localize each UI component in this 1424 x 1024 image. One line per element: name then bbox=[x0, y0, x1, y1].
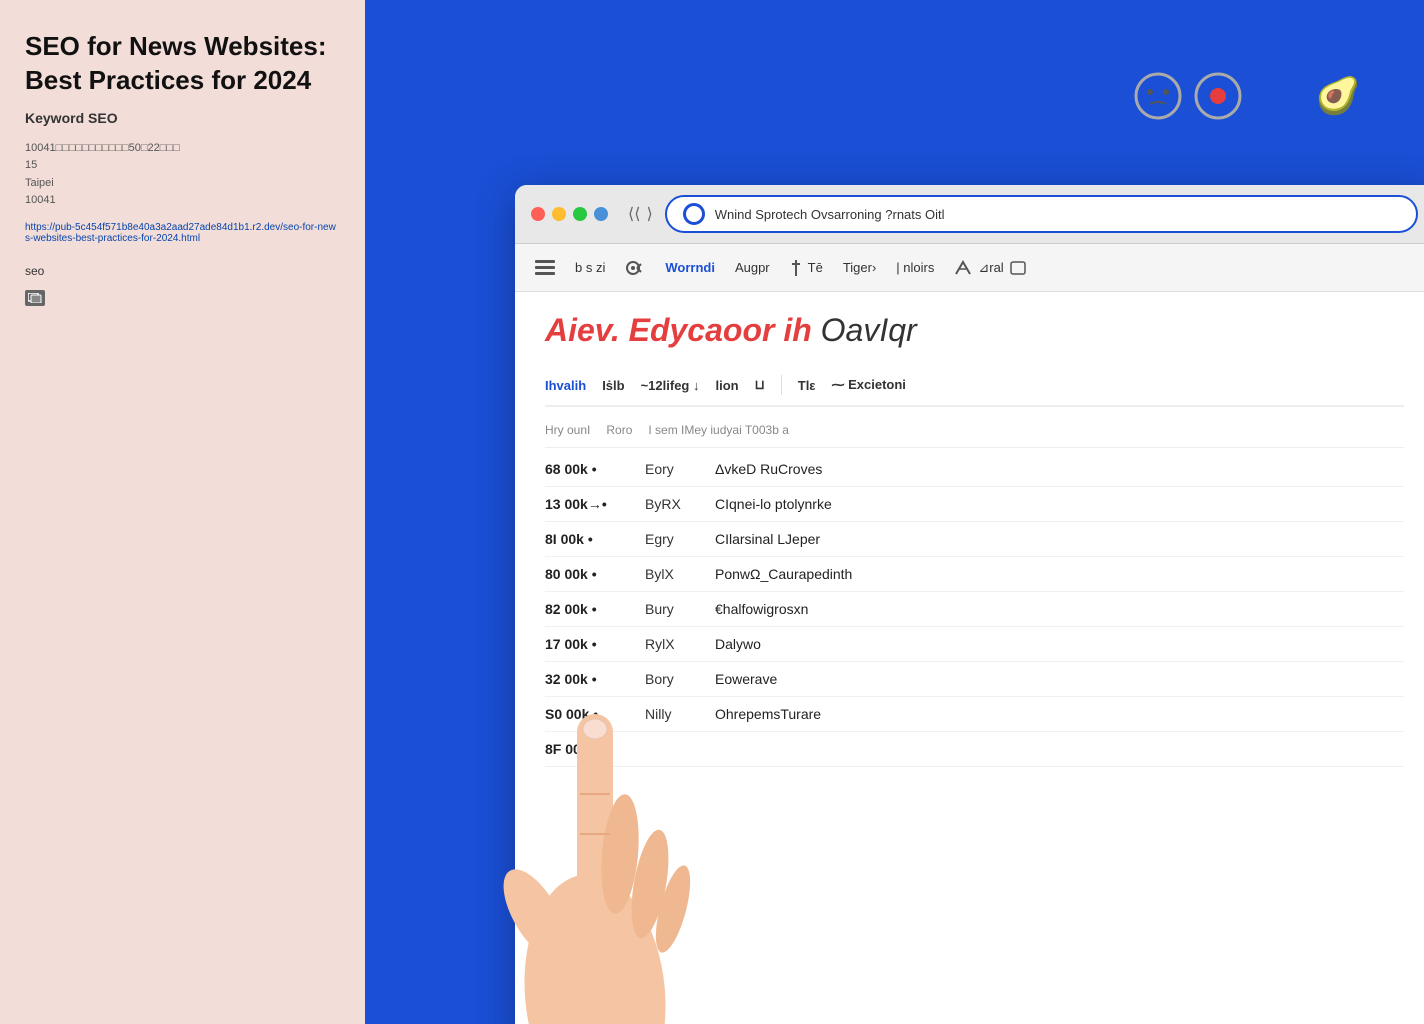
table-row: 13 00k→• ByRX CIqnei-lo ptolynrke bbox=[545, 487, 1404, 522]
browser-chrome: ⟨⟨ ⟩ Wnind Sprotech Ovsarroning ?rnats O… bbox=[515, 185, 1424, 244]
row-volume: 32 00k • bbox=[545, 671, 645, 687]
table-row: 82 00k • Bury €halfowigrosxn bbox=[545, 592, 1404, 627]
row-volume: 68 00k • bbox=[545, 461, 645, 477]
nav-back-button[interactable]: ⟨⟨ bbox=[628, 204, 640, 224]
icon-face bbox=[1132, 70, 1184, 122]
th-lion[interactable]: lion bbox=[715, 378, 738, 393]
row-volume: 17 00k • bbox=[545, 636, 645, 652]
table-row: 17 00k • RylX Dalywo bbox=[545, 627, 1404, 662]
table-row: S0 00k • Nilly OhrepemsTurare bbox=[545, 697, 1404, 732]
row-name: CIqnei-lo ptolynrke bbox=[715, 496, 1404, 512]
row-volume: 8I 00k • bbox=[545, 531, 645, 547]
th-islb[interactable]: Iṡlb bbox=[602, 378, 624, 393]
toolbar-item-2[interactable] bbox=[625, 260, 645, 276]
row-name: €halfowigrosxn bbox=[715, 601, 1404, 617]
th-ihvalih[interactable]: Ihvalih bbox=[545, 378, 586, 393]
meta-line1: 10041□□□□□□□□□□□50□22□□□ bbox=[25, 142, 180, 154]
right-area: 🥑 ⟨⟨ ⟩ Wnind Sprotech Ovsarroning ?rnats… bbox=[365, 0, 1424, 1024]
toolbar-item-worm[interactable]: Worrndi bbox=[665, 260, 715, 275]
sidebar-subtitle: Keyword SEO bbox=[25, 110, 340, 126]
table-row: 8F 00k • bbox=[545, 732, 1404, 767]
table-row: 8I 00k • Egry CIlarsinal LJeper bbox=[545, 522, 1404, 557]
icon-avocado: 🥑 bbox=[1312, 70, 1364, 122]
table-row: 32 00k • Bory Eowerave bbox=[545, 662, 1404, 697]
heading-part3: OavIqr bbox=[821, 312, 917, 348]
sidebar-url[interactable]: https://pub-5c454f571b8e40a3a2aad27ade84… bbox=[25, 222, 340, 244]
meta-line3: Taipei bbox=[25, 177, 54, 189]
address-circle-icon bbox=[683, 203, 705, 225]
sidebar-copy-icon[interactable] bbox=[25, 290, 45, 306]
row-metric: Egry bbox=[645, 531, 715, 547]
left-sidebar: SEO for News Websites: Best Practices fo… bbox=[0, 0, 365, 1024]
nav-forward-button[interactable]: ⟩ bbox=[646, 204, 652, 224]
meta-line2: 15 bbox=[25, 159, 37, 171]
row-name: Eowerave bbox=[715, 671, 1404, 687]
row-name: ΔvkeD RuCroves bbox=[715, 461, 1404, 477]
tl-yellow[interactable] bbox=[552, 207, 566, 221]
icon-red-dot bbox=[1192, 70, 1244, 122]
toolbar-item-augpr[interactable]: Augpr bbox=[735, 260, 770, 275]
heading-accent: Edycaoor bbox=[629, 312, 775, 348]
data-table-header: Ihvalih Iṡlb ~12lifeg ↓ lion ⊔ Tlε ⁓ Exc… bbox=[545, 365, 1404, 407]
toolbar-item-nloirs[interactable]: | nloirs bbox=[896, 260, 934, 275]
traffic-lights bbox=[531, 207, 608, 221]
page-heading: Aiev. Edycaoor ih OavIqr bbox=[545, 312, 1404, 349]
sidebar-meta: 10041□□□□□□□□□□□50□22□□□ 15 Taipei 10041 bbox=[25, 140, 340, 210]
tl-blue[interactable] bbox=[594, 207, 608, 221]
meta-line4: 10041 bbox=[25, 194, 56, 206]
tl-green[interactable] bbox=[573, 207, 587, 221]
toolbar-item-1[interactable]: b s zi bbox=[575, 260, 605, 275]
sub-col-3: I sem IMey iudyai T003b a bbox=[648, 423, 1404, 437]
browser-window: ⟨⟨ ⟩ Wnind Sprotech Ovsarroning ?rnats O… bbox=[515, 185, 1424, 1024]
row-metric: Eory bbox=[645, 461, 715, 477]
browser-content[interactable]: Aiev. Edycaoor ih OavIqr Ihvalih Iṡlb ~1… bbox=[515, 292, 1424, 1024]
row-volume: 8F 00k • bbox=[545, 741, 645, 757]
row-name: OhrepemsTurare bbox=[715, 706, 1404, 722]
heading-in: ih bbox=[774, 312, 811, 348]
sub-heading-row: Hry ounI Roro I sem IMey iudyai T003b a bbox=[545, 415, 1404, 448]
row-name: Dalywo bbox=[715, 636, 1404, 652]
tl-red[interactable] bbox=[531, 207, 545, 221]
th-box[interactable]: ⊔ bbox=[755, 377, 765, 393]
top-icons: 🥑 bbox=[1132, 70, 1364, 122]
address-bar[interactable]: Wnind Sprotech Ovsarroning ?rnats Oitl bbox=[665, 195, 1418, 233]
row-metric: Nilly bbox=[645, 706, 715, 722]
toolbar-item-aral[interactable]: ⊿ral bbox=[954, 260, 1025, 276]
th-tlk[interactable]: Tlε bbox=[798, 378, 816, 393]
row-metric: Bury bbox=[645, 601, 715, 617]
row-name: CIlarsinal LJeper bbox=[715, 531, 1404, 547]
row-name: PonwΩ_Caurapedinth bbox=[715, 566, 1404, 582]
heading-part1: Aiev. bbox=[545, 312, 629, 348]
sidebar-title: SEO for News Websites: Best Practices fo… bbox=[25, 30, 340, 98]
row-volume: 13 00k→• bbox=[545, 496, 645, 512]
browser-toolbar: b s zi Worrndi Augpr Tē Tiger› | nloirs bbox=[515, 244, 1424, 292]
row-metric: ByRX bbox=[645, 496, 715, 512]
toolbar-item-ta[interactable]: Tē bbox=[790, 260, 823, 276]
table-row: 68 00k • Eory ΔvkeD RuCroves bbox=[545, 452, 1404, 487]
th-excietoni[interactable]: ⁓ Excietoni bbox=[831, 377, 905, 393]
table-row: 80 00k • BylX PonwΩ_Caurapedinth bbox=[545, 557, 1404, 592]
row-metric: BylX bbox=[645, 566, 715, 582]
address-text: Wnind Sprotech Ovsarroning ?rnats Oitl bbox=[715, 207, 1400, 222]
icon-heart bbox=[1252, 70, 1304, 122]
toolbar-item-0[interactable] bbox=[535, 260, 555, 276]
sub-col-1: Hry ounI bbox=[545, 423, 590, 437]
row-volume: S0 00k • bbox=[545, 706, 645, 722]
toolbar-item-tiger[interactable]: Tiger› bbox=[843, 260, 876, 275]
row-metric: Bory bbox=[645, 671, 715, 687]
header-divider bbox=[781, 375, 782, 395]
th-12lifeg[interactable]: ~12lifeg ↓ bbox=[641, 378, 700, 393]
sub-col-2: Roro bbox=[606, 423, 632, 437]
row-volume: 82 00k • bbox=[545, 601, 645, 617]
row-metric: RylX bbox=[645, 636, 715, 652]
nav-buttons: ⟨⟨ ⟩ bbox=[628, 204, 653, 224]
sidebar-tag: seo bbox=[25, 264, 340, 278]
row-volume: 80 00k • bbox=[545, 566, 645, 582]
